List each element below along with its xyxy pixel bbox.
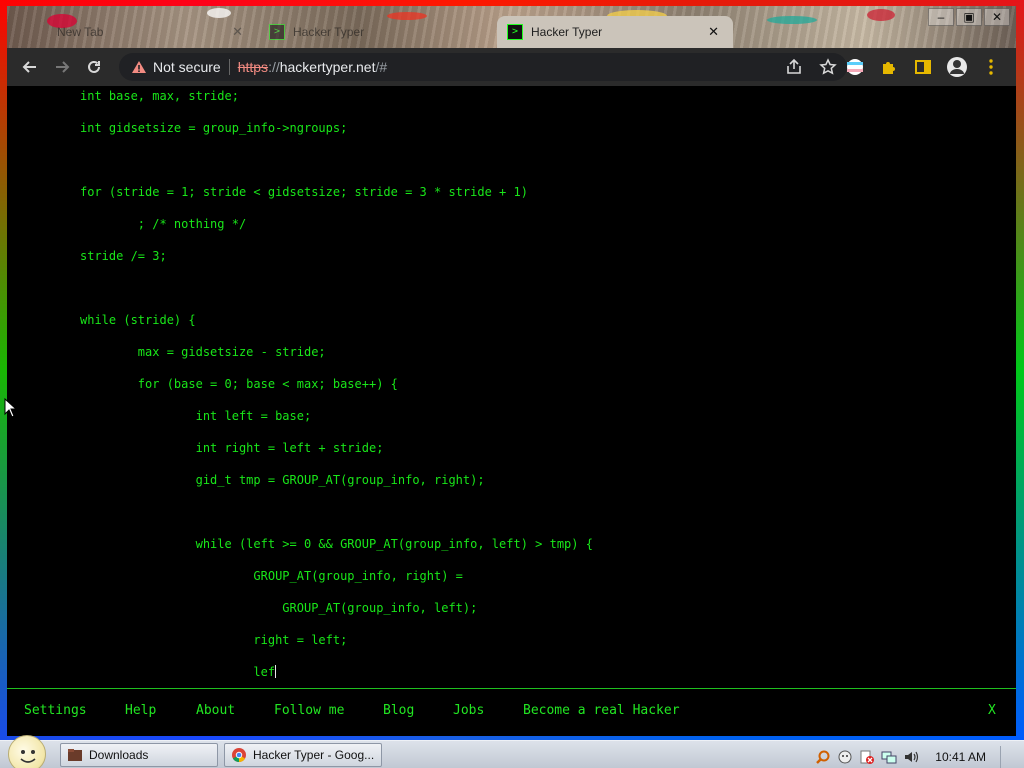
minimize-icon[interactable]: – xyxy=(928,8,954,26)
browser-toolbar: Not secure https://hackertyper.net/# xyxy=(7,48,1016,86)
tab-hacker-typer-active[interactable]: > Hacker Typer ✕ xyxy=(497,16,733,48)
code-line: while (stride) { xyxy=(80,313,196,327)
text-cursor xyxy=(275,665,277,678)
taskbar: Downloads Hacker Typer - Goog... 10:41 A… xyxy=(0,735,1024,768)
code-line: int gidsetsize = group_info->ngroups; xyxy=(80,121,348,135)
chrome-icon xyxy=(232,748,246,763)
close-icon[interactable]: ✕ xyxy=(704,24,723,40)
address-bar[interactable]: Not secure https://hackertyper.net/# xyxy=(119,53,847,81)
reload-icon xyxy=(88,60,100,73)
menu-follow-me[interactable]: Follow me xyxy=(274,703,344,718)
menu-become-a-real-hacker[interactable]: Become a real Hacker xyxy=(523,703,680,718)
menu-close-button[interactable]: X xyxy=(988,703,996,718)
code-line: stride /= 3; xyxy=(80,249,167,263)
tab-label: Hacker Typer xyxy=(293,25,365,39)
code-line: while (left >= 0 && GROUP_AT(group_info,… xyxy=(80,537,593,551)
code-display[interactable]: int base, max, stride; int gidsetsize = … xyxy=(7,86,1016,688)
close-icon[interactable]: ✕ xyxy=(228,24,247,40)
profile-flag-icon[interactable] xyxy=(844,56,866,78)
clock[interactable]: 10:41 AM xyxy=(935,750,986,764)
browser-window: New Tab ✕ > Hacker Typer > Hacker Typer … xyxy=(7,6,1016,736)
hackertyper-menu: Settings Help About Follow me Blog Jobs … xyxy=(7,688,1016,736)
code-line: ; /* nothing */ xyxy=(80,217,247,231)
code-line: GROUP_AT(group_info, right) = xyxy=(80,569,463,583)
reload-button[interactable] xyxy=(79,52,109,82)
show-desktop-button[interactable] xyxy=(1000,746,1014,768)
code-line: int right = left + stride; xyxy=(80,441,384,455)
search-icon[interactable] xyxy=(815,749,831,765)
menu-blog[interactable]: Blog xyxy=(383,703,414,718)
maximize-icon[interactable]: ▣ xyxy=(956,8,982,26)
smiley-icon xyxy=(20,750,36,763)
url-host: hackertyper.net xyxy=(279,59,376,75)
taskbar-item-label: Downloads xyxy=(89,748,149,762)
taskbar-item-downloads[interactable]: Downloads xyxy=(60,743,218,767)
emoji-icon[interactable] xyxy=(837,749,853,765)
share-icon[interactable] xyxy=(785,58,803,76)
menu-settings[interactable]: Settings xyxy=(24,703,87,718)
warning-icon xyxy=(132,61,146,73)
forward-button[interactable] xyxy=(47,52,77,82)
toolbar-right xyxy=(844,56,1002,78)
code-line: int left = base; xyxy=(80,409,312,423)
code-line: right = left; xyxy=(80,633,348,647)
code-line: gid_t tmp = GROUP_AT(group_info, right); xyxy=(80,473,485,487)
bookmark-star-icon[interactable] xyxy=(819,58,837,76)
url-scheme: https xyxy=(237,59,269,75)
menu-about[interactable]: About xyxy=(196,703,235,718)
mouse-pointer-icon xyxy=(4,398,18,418)
tab-label: Hacker Typer xyxy=(531,25,603,39)
tab-label: New Tab xyxy=(57,25,104,39)
divider xyxy=(228,59,230,75)
menu-help[interactable]: Help xyxy=(125,703,156,718)
code-line: max = gidsetsize - stride; xyxy=(80,345,326,359)
kebab-menu-icon[interactable] xyxy=(980,56,1002,78)
folder-icon xyxy=(68,749,82,761)
menu-jobs[interactable]: Jobs xyxy=(453,703,484,718)
security-label[interactable]: Not secure xyxy=(153,59,221,75)
decor xyxy=(767,16,817,24)
window-controls: – ▣ ✕ xyxy=(928,8,1010,26)
back-arrow-icon xyxy=(22,61,36,73)
tab-new-tab[interactable]: New Tab ✕ xyxy=(25,16,257,48)
code-line-text: lef xyxy=(80,665,276,679)
code-line: for (stride = 1; stride < gidsetsize; st… xyxy=(80,185,528,199)
terminal-icon: > xyxy=(269,24,285,40)
forward-arrow-icon xyxy=(56,61,70,73)
volume-icon[interactable] xyxy=(903,749,919,765)
tab-strip: New Tab ✕ > Hacker Typer > Hacker Typer … xyxy=(7,6,1016,48)
start-button[interactable] xyxy=(8,735,46,768)
side-panel-icon[interactable] xyxy=(912,56,934,78)
url-separator: :// xyxy=(268,59,280,75)
tab-hacker-typer[interactable]: > Hacker Typer xyxy=(259,16,497,48)
avatar-icon[interactable] xyxy=(946,56,968,78)
url-text[interactable]: https://hackertyper.net/# xyxy=(238,59,387,75)
code-line-current: lef xyxy=(80,664,277,680)
url-path: /# xyxy=(375,59,388,75)
extensions-puzzle-icon[interactable] xyxy=(878,56,900,78)
close-window-icon[interactable]: ✕ xyxy=(984,8,1010,26)
code-line: for (base = 0; base < max; base++) { xyxy=(80,377,398,391)
terminal-icon: > xyxy=(507,24,523,40)
security-alert-icon[interactable] xyxy=(859,749,875,765)
back-button[interactable] xyxy=(15,52,45,82)
code-line: GROUP_AT(group_info, left); xyxy=(80,601,478,615)
taskbar-item-label: Hacker Typer - Goog... xyxy=(253,748,375,762)
code-line: int base, max, stride; xyxy=(80,89,239,103)
system-tray: 10:41 AM xyxy=(815,746,1014,768)
decor xyxy=(867,9,895,21)
omnibox-actions xyxy=(785,58,837,76)
taskbar-item-chrome[interactable]: Hacker Typer - Goog... xyxy=(224,743,382,767)
network-icon[interactable] xyxy=(881,749,897,765)
